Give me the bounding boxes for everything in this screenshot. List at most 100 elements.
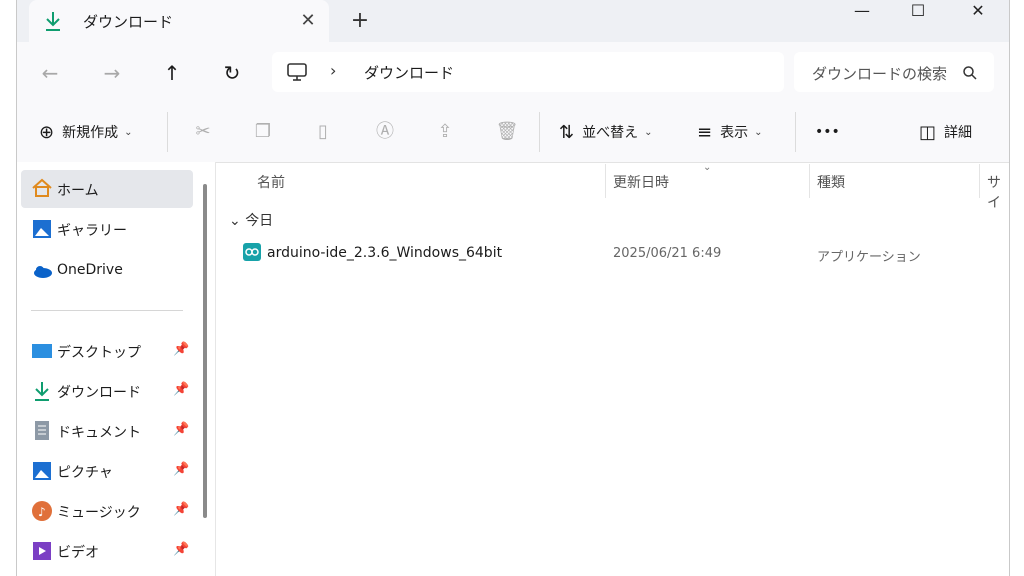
pin-icon[interactable]: 📌: [173, 382, 189, 397]
column-header-modified[interactable]: 更新日時: [613, 172, 669, 192]
gallery-icon: [31, 218, 53, 240]
file-explorer-window: ダウンロード ✕ + — ☐ ✕ ← → ↑ ↻ › ダウンロード ダウンロード…: [16, 0, 1010, 576]
desktop-icon: [31, 341, 53, 363]
new-label: 新規作成: [62, 125, 119, 141]
minimize-button[interactable]: —: [839, 0, 885, 30]
pin-icon[interactable]: 📌: [173, 542, 189, 557]
pin-icon[interactable]: 📌: [173, 462, 189, 477]
table-row[interactable]: arduino-ide_2.3.6_Windows_64bit 2025/06/…: [237, 238, 997, 268]
sidebar-item-music[interactable]: ♪ ミュージック 📌: [21, 492, 193, 530]
computer-icon: [287, 63, 307, 81]
tab-downloads[interactable]: ダウンロード ✕: [29, 0, 329, 42]
chevron-down-icon: ⌄: [124, 126, 133, 138]
sidebar-item-label: ミュージック: [57, 505, 141, 521]
pin-icon[interactable]: 📌: [173, 422, 189, 437]
list-view-icon: ≡: [697, 121, 713, 143]
column-header-name[interactable]: 名前: [257, 172, 285, 192]
back-arrow-icon[interactable]: ←: [35, 58, 65, 88]
more-options-button[interactable]: •••: [815, 102, 840, 162]
cut-icon[interactable]: ✂: [191, 120, 215, 144]
sidebar-item-documents[interactable]: ドキュメント 📌: [21, 412, 193, 450]
new-button[interactable]: ⊕ 新規作成 ⌄: [39, 102, 132, 162]
divider: [167, 112, 168, 152]
collapse-chevron-icon: ⌄: [229, 213, 241, 229]
share-icon[interactable]: ⇪: [433, 120, 457, 144]
address-field[interactable]: › ダウンロード: [272, 52, 784, 92]
sidebar-item-onedrive[interactable]: OneDrive: [21, 252, 193, 290]
sidebar-item-label: デスクトップ: [57, 345, 141, 361]
copy-icon[interactable]: ❐: [251, 120, 275, 144]
column-header-size[interactable]: サイ: [987, 172, 1009, 212]
maximize-button[interactable]: ☐: [895, 0, 941, 30]
sidebar-item-label: ギャラリー: [57, 223, 127, 239]
sidebar-item-label: ビデオ: [57, 545, 99, 561]
document-icon: [31, 420, 53, 442]
sidebar-scrollbar[interactable]: [203, 184, 207, 518]
sort-button[interactable]: ⇅ 並べ替え ⌄: [559, 102, 652, 162]
column-divider[interactable]: [979, 164, 980, 198]
group-label: 今日: [245, 213, 274, 229]
close-window-button[interactable]: ✕: [955, 0, 1001, 30]
divider: [31, 310, 183, 311]
file-type: アプリケーション: [817, 250, 921, 265]
sort-label: 並べ替え: [582, 125, 639, 141]
video-icon: [31, 540, 53, 562]
chevron-down-icon: ⌄: [644, 126, 653, 138]
more-icon: •••: [815, 124, 840, 140]
arduino-app-icon: [243, 243, 261, 261]
pin-icon[interactable]: 📌: [173, 342, 189, 357]
up-arrow-icon[interactable]: ↑: [157, 58, 187, 88]
sidebar-item-home[interactable]: ホーム: [21, 170, 193, 208]
breadcrumb[interactable]: ダウンロード: [364, 62, 454, 83]
sidebar-item-desktop[interactable]: デスクトップ 📌: [21, 332, 193, 370]
svg-text:♪: ♪: [38, 505, 46, 519]
sidebar-item-label: ダウンロード: [57, 385, 141, 401]
sort-icon: ⇅: [559, 121, 575, 143]
download-icon: [46, 12, 60, 31]
refresh-icon[interactable]: ↻: [217, 58, 247, 88]
file-name: arduino-ide_2.3.6_Windows_64bit: [267, 245, 503, 261]
group-header-today[interactable]: ⌄ 今日: [229, 210, 273, 230]
sidebar-item-label: ピクチャ: [57, 465, 113, 481]
view-button[interactable]: ≡ 表示 ⌄: [697, 102, 762, 162]
plus-circle-icon: ⊕: [39, 121, 55, 143]
details-pane-icon: ◫: [919, 121, 937, 143]
pane-divider[interactable]: [215, 162, 216, 576]
new-tab-button[interactable]: +: [347, 8, 373, 34]
tab-title: ダウンロード: [83, 13, 174, 31]
divider: [795, 112, 796, 152]
chevron-down-icon: ⌄: [754, 126, 763, 138]
pin-icon[interactable]: 📌: [173, 502, 189, 517]
paste-icon[interactable]: ▯: [311, 120, 335, 144]
file-modified: 2025/06/21 6:49: [613, 246, 722, 261]
delete-icon[interactable]: 🗑: [495, 120, 519, 144]
sidebar-item-label: OneDrive: [57, 262, 123, 278]
file-list: 名前 ⌄ 更新日時 種類 サイ ⌄ 今日 arduino-ide_2.3.6_W…: [217, 162, 1009, 576]
column-divider[interactable]: [809, 164, 810, 198]
home-icon: [31, 177, 53, 199]
navigation-pane: ホーム ギャラリー › OneDrive デスクトップ 📌: [17, 162, 215, 576]
sidebar-item-downloads[interactable]: ダウンロード 📌: [21, 372, 193, 410]
pictures-icon: [31, 460, 53, 482]
navigation-bar: ← → ↑ ↻ › ダウンロード ダウンロードの検索: [17, 42, 1009, 102]
rename-icon[interactable]: Ⓐ: [373, 120, 397, 144]
sidebar-item-pictures[interactable]: ピクチャ 📌: [21, 452, 193, 490]
chevron-right-icon[interactable]: ›: [330, 61, 336, 80]
cloud-icon: [31, 260, 53, 282]
divider: [539, 112, 540, 152]
search-input[interactable]: ダウンロードの検索: [794, 52, 994, 92]
column-header-type[interactable]: 種類: [817, 172, 845, 192]
search-icon: [963, 66, 977, 80]
close-tab-icon[interactable]: ✕: [295, 8, 321, 34]
sidebar-item-videos[interactable]: ビデオ 📌: [21, 532, 193, 570]
sidebar-item-gallery[interactable]: ギャラリー: [21, 210, 193, 248]
command-bar: ⊕ 新規作成 ⌄ ✂ ❐ ▯ Ⓐ ⇪ 🗑 ⇅ 並べ替え ⌄ ≡ 表示 ⌄ •••…: [17, 102, 1009, 163]
view-label: 表示: [720, 125, 749, 141]
column-divider[interactable]: [605, 164, 606, 198]
download-icon: [31, 380, 53, 402]
details-label: 詳細: [944, 125, 973, 141]
details-button[interactable]: ◫ 詳細: [919, 102, 972, 162]
sort-chevron-icon: ⌄: [703, 162, 712, 173]
forward-arrow-icon[interactable]: →: [97, 58, 127, 88]
search-placeholder: ダウンロードの検索: [812, 65, 948, 83]
